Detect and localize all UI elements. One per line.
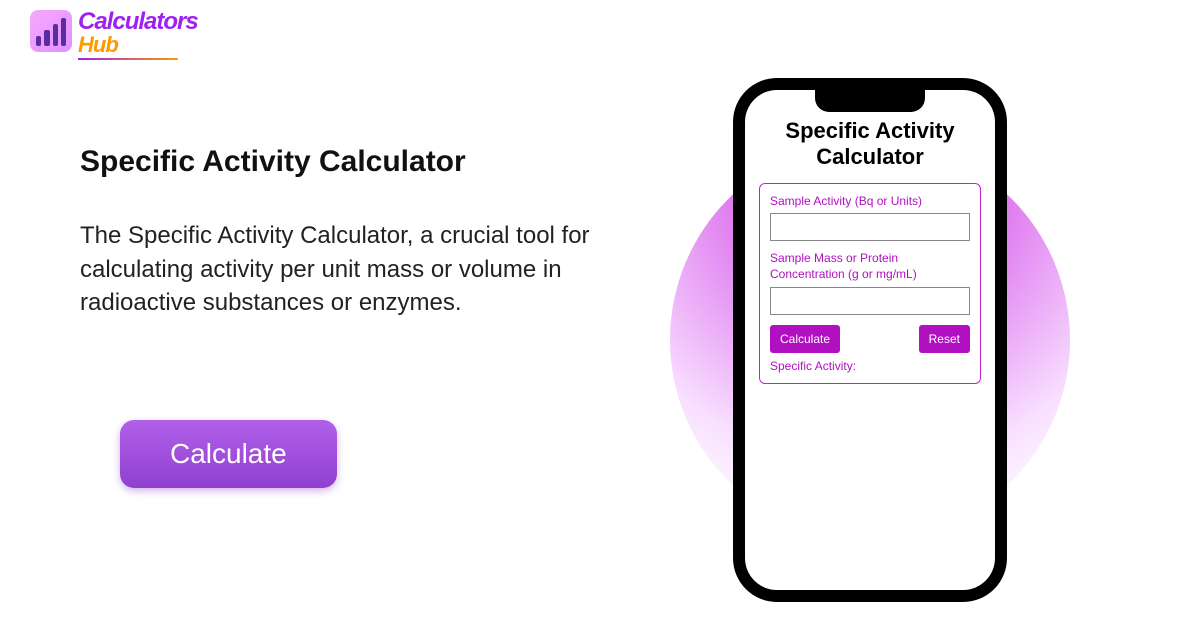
site-logo[interactable]: Calculators Hub (30, 10, 198, 60)
page-description: The Specific Activity Calculator, a cruc… (80, 219, 620, 320)
logo-text: Calculators Hub (78, 10, 198, 60)
result-label: Specific Activity: (770, 359, 970, 373)
sample-mass-input[interactable] (770, 287, 970, 315)
bars-icon (30, 10, 72, 52)
sample-activity-input[interactable] (770, 213, 970, 241)
app-title: Specific Activity Calculator (759, 118, 981, 171)
sample-mass-label: Sample Mass or Protein Concentration (g … (770, 251, 970, 282)
page-title: Specific Activity Calculator (80, 145, 620, 179)
calculate-button[interactable]: Calculate (770, 325, 840, 353)
sample-activity-label: Sample Activity (Bq or Units) (770, 194, 970, 210)
calculate-cta-button[interactable]: Calculate (120, 420, 337, 488)
phone-mockup-visual: Specific Activity Calculator Sample Acti… (630, 80, 1110, 600)
phone-notch (815, 90, 925, 112)
reset-button[interactable]: Reset (919, 325, 970, 353)
calculator-form: Sample Activity (Bq or Units) Sample Mas… (759, 183, 981, 384)
hero-content: Specific Activity Calculator The Specifi… (80, 145, 620, 488)
phone-frame: Specific Activity Calculator Sample Acti… (735, 80, 1005, 600)
